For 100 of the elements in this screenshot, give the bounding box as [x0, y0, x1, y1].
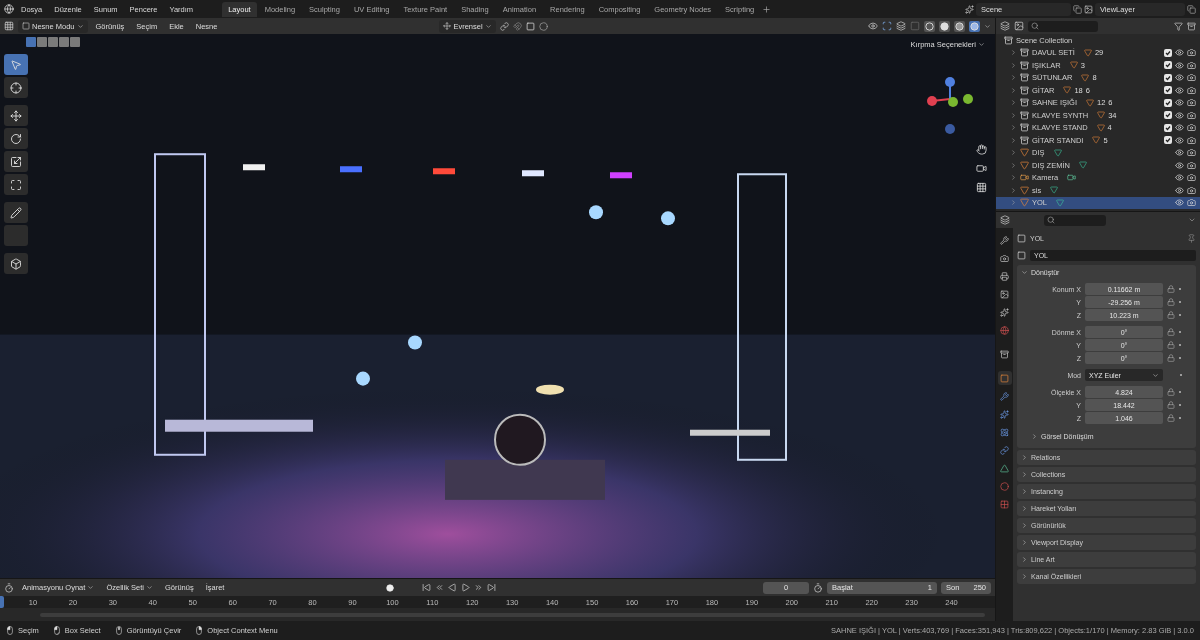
- lock-icon[interactable]: [1167, 341, 1175, 349]
- tool-button[interactable]: [4, 202, 28, 223]
- eye-icon[interactable]: [1175, 135, 1184, 145]
- exclude-checkbox[interactable]: [1164, 86, 1172, 95]
- record-icon[interactable]: [386, 583, 395, 592]
- camera-icon[interactable]: [1187, 98, 1196, 108]
- grid-icon[interactable]: [976, 182, 987, 193]
- next-key-icon[interactable]: [474, 583, 484, 592]
- eye-icon[interactable]: [1175, 48, 1184, 58]
- lock-icon[interactable]: [1167, 328, 1175, 336]
- material-sphere-icon[interactable]: [954, 20, 965, 32]
- properties-tab[interactable]: [997, 347, 1012, 361]
- properties-tab[interactable]: [997, 371, 1012, 385]
- camera-icon[interactable]: [1187, 160, 1196, 170]
- properties-tab[interactable]: [997, 497, 1012, 511]
- link-icon[interactable]: [499, 21, 509, 31]
- playhead[interactable]: [0, 596, 4, 608]
- snap-icon[interactable]: [512, 21, 522, 31]
- eye-icon[interactable]: [1175, 160, 1184, 170]
- tool-button[interactable]: [4, 105, 28, 126]
- eye-icon[interactable]: [1175, 60, 1184, 70]
- eye-icon[interactable]: [868, 21, 878, 31]
- eye-icon[interactable]: [1175, 185, 1184, 195]
- solid-sphere-icon[interactable]: [939, 20, 950, 32]
- exclude-checkbox[interactable]: [1164, 98, 1172, 107]
- properties-tab[interactable]: [997, 323, 1012, 337]
- tool-button[interactable]: [4, 174, 28, 195]
- camera-icon[interactable]: [1187, 123, 1196, 133]
- properties-tab[interactable]: [997, 443, 1012, 457]
- pin-icon[interactable]: [1187, 234, 1196, 243]
- camera-icon[interactable]: [1187, 198, 1196, 208]
- outliner-list-icon[interactable]: [1000, 21, 1010, 31]
- eye-icon[interactable]: [1175, 148, 1184, 158]
- overlay-icon[interactable]: [896, 21, 906, 31]
- wireframe-sphere-icon[interactable]: [924, 20, 935, 32]
- eye-icon[interactable]: [1175, 123, 1184, 133]
- properties-tab[interactable]: [997, 407, 1012, 421]
- eye-icon[interactable]: [1175, 73, 1184, 83]
- eye-icon[interactable]: [1175, 98, 1184, 108]
- tool-button[interactable]: [4, 151, 28, 172]
- eye-icon[interactable]: [1175, 85, 1184, 95]
- jump-start-icon[interactable]: [422, 583, 432, 592]
- display-mode-icon[interactable]: [1014, 21, 1024, 31]
- filter-icon[interactable]: [1174, 21, 1183, 31]
- eye-icon[interactable]: [1175, 198, 1184, 208]
- camera-icon[interactable]: [1187, 48, 1196, 58]
- eye-icon[interactable]: [1175, 173, 1184, 183]
- lock-icon[interactable]: [1167, 388, 1175, 396]
- tool-button[interactable]: [4, 128, 28, 149]
- hand-icon[interactable]: [976, 144, 987, 155]
- copy-icon[interactable]: [1073, 4, 1082, 14]
- properties-tab[interactable]: [997, 389, 1012, 403]
- tool-button[interactable]: [4, 54, 28, 75]
- lock-icon[interactable]: [1167, 285, 1175, 293]
- editor-type-icon[interactable]: [1000, 215, 1010, 225]
- properties-tab[interactable]: [997, 479, 1012, 493]
- caret-icon[interactable]: [984, 22, 991, 30]
- exclude-checkbox[interactable]: [1164, 73, 1172, 82]
- properties-tab[interactable]: [997, 287, 1012, 301]
- tool-button[interactable]: [4, 253, 28, 274]
- camera-icon[interactable]: [1187, 135, 1196, 145]
- play-icon[interactable]: [461, 583, 471, 592]
- camera-icon[interactable]: [1187, 173, 1196, 183]
- camera-icon[interactable]: [1187, 148, 1196, 158]
- properties-tab[interactable]: [997, 233, 1012, 247]
- lock-icon[interactable]: [1167, 414, 1175, 422]
- search-field[interactable]: [1028, 20, 1098, 32]
- rendered-sphere-icon[interactable]: [969, 20, 980, 32]
- properties-tab[interactable]: [997, 461, 1012, 475]
- jump-end-icon[interactable]: [487, 583, 497, 592]
- video-camera-icon[interactable]: [976, 163, 987, 174]
- camera-icon[interactable]: [1187, 60, 1196, 70]
- lock-icon[interactable]: [1167, 298, 1175, 306]
- lock-icon[interactable]: [1167, 311, 1175, 319]
- exclude-checkbox[interactable]: [1164, 61, 1172, 70]
- exclude-checkbox[interactable]: [1164, 123, 1172, 132]
- properties-tab[interactable]: [997, 269, 1012, 283]
- object-square-icon[interactable]: [1017, 251, 1026, 260]
- camera-icon[interactable]: [1187, 185, 1196, 195]
- exclude-checkbox[interactable]: [1164, 111, 1172, 120]
- image-icon[interactable]: [1084, 4, 1093, 14]
- eye-icon[interactable]: [1175, 110, 1184, 120]
- lock-icon[interactable]: [1167, 401, 1175, 409]
- editor-type-icon[interactable]: [4, 21, 14, 31]
- stopwatch-icon[interactable]: [813, 582, 823, 593]
- camera-icon[interactable]: [1187, 110, 1196, 120]
- lock-icon[interactable]: [1167, 354, 1175, 362]
- search-field[interactable]: [1044, 214, 1106, 226]
- add-icon[interactable]: [762, 4, 772, 14]
- caret-icon[interactable]: [1188, 216, 1196, 224]
- tool-button[interactable]: [4, 77, 28, 98]
- square-icon[interactable]: [525, 21, 535, 31]
- play-reverse-icon[interactable]: [448, 583, 458, 592]
- previous-key-icon[interactable]: [435, 583, 445, 592]
- scene-icon[interactable]: [965, 4, 974, 14]
- new-collection-icon[interactable]: [1187, 21, 1196, 31]
- camera-icon[interactable]: [1187, 85, 1196, 95]
- circle-icon[interactable]: [538, 21, 548, 31]
- exclude-checkbox[interactable]: [1164, 48, 1172, 57]
- copy-icon[interactable]: [1187, 4, 1196, 14]
